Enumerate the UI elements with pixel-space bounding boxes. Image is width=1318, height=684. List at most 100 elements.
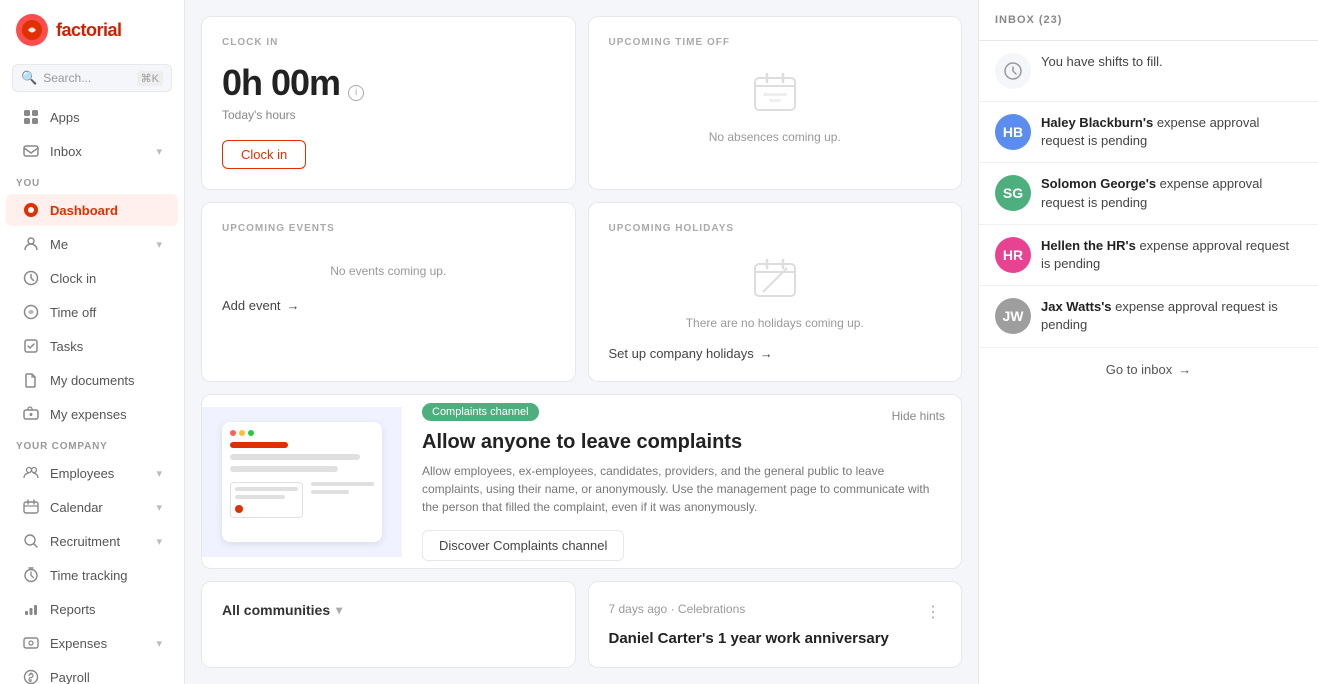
community-header[interactable]: All communities ▾ [222, 602, 555, 618]
inbox-jax-text: Jax Watts's expense approval request is … [1041, 298, 1302, 334]
search-bar[interactable]: 🔍 Search... ⌘K [12, 64, 172, 92]
time-value: 0h 00m [222, 62, 340, 104]
hint-card-doc-preview [222, 422, 382, 542]
sidebar-recruitment-label: Recruitment [50, 534, 120, 549]
post-header: 7 days ago · Celebrations ⋮ [609, 602, 942, 622]
sidebar-item-clock-in[interactable]: Clock in [6, 262, 178, 294]
communities-card: All communities ▾ [201, 581, 576, 668]
inbox-item-solomon[interactable]: SG Solomon George's expense approval req… [979, 163, 1318, 224]
sidebar-item-recruitment[interactable]: Recruitment ▾ [6, 525, 178, 557]
holidays-card: UPCOMING HOLIDAYS There are no holidays … [588, 202, 963, 382]
hellen-initials: HR [1003, 247, 1023, 263]
logo-text: factorial [56, 20, 122, 41]
inbox-avatar-solomon: SG [995, 175, 1031, 211]
sidebar-item-my-documents[interactable]: My documents [6, 364, 178, 396]
clock-in-button[interactable]: Clock in [222, 140, 306, 169]
inbox-solomon-message: Solomon George's expense approval reques… [1041, 176, 1262, 209]
inbox-item-jax[interactable]: JW Jax Watts's expense approval request … [979, 286, 1318, 347]
holidays-label: UPCOMING HOLIDAYS [609, 223, 942, 234]
sidebar-inbox-label: Inbox [50, 144, 82, 159]
sidebar-tasks-label: Tasks [50, 339, 83, 354]
tasks-icon [22, 337, 40, 355]
discover-button[interactable]: Discover Complaints channel [422, 530, 624, 561]
sidebar-dashboard-label: Dashboard [50, 203, 118, 218]
sidebar-item-reports[interactable]: Reports [6, 593, 178, 625]
inbox-avatar-haley: HB [995, 114, 1031, 150]
dashboard-icon [22, 201, 40, 219]
sidebar-item-inbox[interactable]: Inbox ▾ [6, 135, 178, 167]
col-line-3 [311, 482, 374, 486]
hide-hints-button[interactable]: Hide hints [892, 409, 945, 423]
inbox-item-hellen[interactable]: HR Hellen the HR's expense approval requ… [979, 225, 1318, 286]
sidebar-item-time-off[interactable]: Time off [6, 296, 178, 328]
inbox-hellen-text: Hellen the HR's expense approval request… [1041, 237, 1302, 273]
sidebar-payroll-label: Payroll [50, 670, 90, 684]
solomon-initials: SG [1003, 185, 1023, 201]
doc-col-left [230, 482, 303, 518]
post-meta-separator: · [671, 602, 678, 616]
inbox-haley-message: Haley Blackburn's expense approval reque… [1041, 115, 1259, 148]
search-placeholder: Search... [43, 71, 130, 85]
sidebar-item-dashboard[interactable]: Dashboard [6, 194, 178, 226]
sidebar-item-expenses[interactable]: Expenses ▾ [6, 627, 178, 659]
post-title: Daniel Carter's 1 year work anniversary [609, 630, 942, 647]
hint-card-body: Complaints channel Allow anyone to leave… [402, 394, 961, 569]
logo: factorial [0, 0, 184, 60]
sidebar-item-payroll[interactable]: Payroll [6, 661, 178, 684]
sidebar-clockin-label: Clock in [50, 271, 96, 286]
inbox-avatar-hellen: HR [995, 237, 1031, 273]
clockin-icon [22, 269, 40, 287]
inbox-item-shifts[interactable]: You have shifts to fill. [979, 41, 1318, 102]
employees-icon [22, 464, 40, 482]
add-event-link[interactable]: Add event → [222, 298, 555, 313]
holidays-empty-text: There are no holidays coming up. [609, 316, 942, 330]
setup-holidays-link[interactable]: Set up company holidays → [609, 346, 942, 361]
doc-red-dot [235, 505, 243, 513]
info-icon[interactable]: i [348, 85, 364, 101]
events-empty-text: No events coming up. [222, 264, 555, 278]
clock-in-label: CLOCK IN [222, 37, 555, 48]
sidebar-section-you: You [0, 168, 184, 193]
mydocs-icon [22, 371, 40, 389]
logo-icon [16, 14, 48, 46]
me-icon [22, 235, 40, 253]
inbox-shifts-text: You have shifts to fill. [1041, 53, 1302, 71]
post-meta: 7 days ago · Celebrations [609, 602, 746, 616]
employees-chevron-icon: ▾ [156, 467, 162, 480]
setup-holidays-text: Set up company holidays [609, 346, 754, 361]
apps-icon [22, 108, 40, 126]
sidebar-item-calendar[interactable]: Calendar ▾ [6, 491, 178, 523]
inbox-icon [22, 142, 40, 160]
doc-line-2 [230, 466, 338, 472]
row-3: All communities ▾ 7 days ago · Celebrati… [201, 581, 962, 668]
dot-green [248, 430, 254, 436]
sidebar-item-me[interactable]: Me ▾ [6, 228, 178, 260]
doc-line-1 [230, 454, 360, 460]
inbox-avatar-jax: JW [995, 298, 1031, 334]
sidebar-item-time-tracking[interactable]: Time tracking [6, 559, 178, 591]
col-line-1 [235, 487, 298, 491]
hint-title: Allow anyone to leave complaints [422, 431, 941, 454]
go-to-inbox-link[interactable]: Go to inbox → [979, 348, 1318, 391]
sidebar-item-apps[interactable]: Apps [6, 101, 178, 133]
sidebar-item-tasks[interactable]: Tasks [6, 330, 178, 362]
community-chevron-icon: ▾ [336, 603, 342, 617]
sidebar-item-employees[interactable]: Employees ▾ [6, 457, 178, 489]
search-icon: 🔍 [21, 70, 37, 86]
post-more-icon[interactable]: ⋮ [925, 602, 941, 622]
reports-icon [22, 600, 40, 618]
inbox-panel: INBOX (23) You have shifts to fill. HB H… [978, 0, 1318, 684]
post-card: 7 days ago · Celebrations ⋮ Daniel Carte… [588, 581, 963, 668]
payroll-icon [22, 668, 40, 684]
inbox-item-haley[interactable]: HB Haley Blackburn's expense approval re… [979, 102, 1318, 163]
doc-accent-line [230, 442, 288, 448]
inbox-shifts-message: You have shifts to fill. [1041, 54, 1163, 69]
haley-initials: HB [1003, 124, 1023, 140]
sidebar-item-my-expenses[interactable]: My expenses [6, 398, 178, 430]
time-display: 0h 00m i [222, 62, 555, 104]
sidebar-me-label: Me [50, 237, 68, 252]
recruitment-chevron-icon: ▾ [156, 535, 162, 548]
inbox-chevron-icon: ▾ [156, 145, 162, 158]
calendar-icon [22, 498, 40, 516]
post-time: 7 days ago [609, 602, 668, 616]
